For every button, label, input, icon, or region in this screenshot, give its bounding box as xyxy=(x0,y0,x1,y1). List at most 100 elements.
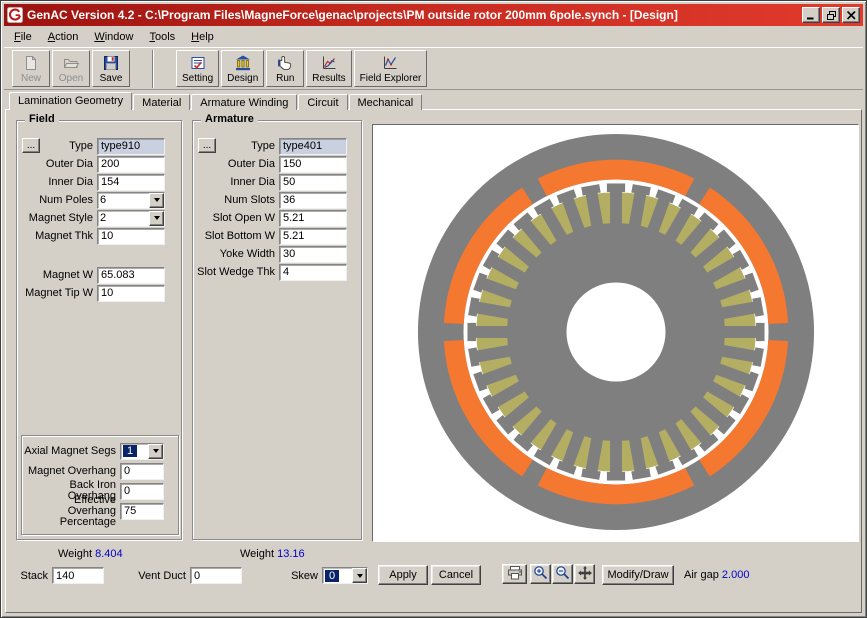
pan-button[interactable] xyxy=(574,564,595,584)
outer-dia-label: Outer Dia xyxy=(19,159,97,170)
chevron-down-icon[interactable] xyxy=(352,568,367,583)
stack-label: Stack xyxy=(10,567,48,585)
air-gap-label: Air gap xyxy=(684,569,719,581)
row-num-poles: Num Poles6 xyxy=(19,191,179,209)
design-canvas[interactable] xyxy=(372,124,859,542)
num-poles-combo-value: 6 xyxy=(98,193,149,208)
stack-input[interactable] xyxy=(52,567,104,584)
zoom-in-button[interactable] xyxy=(530,564,551,584)
magnet-overhang-input[interactable] xyxy=(120,463,164,480)
type-label: Type xyxy=(19,141,97,152)
save-icon xyxy=(102,55,120,72)
axial-magnet-segs-combo[interactable]: 1 xyxy=(120,443,164,460)
slot-bottom-w-label: Slot Bottom W xyxy=(195,231,279,242)
tab-mechanical[interactable]: Mechanical xyxy=(349,94,423,110)
menu-window[interactable]: Window xyxy=(86,29,141,45)
run-button[interactable]: Run xyxy=(266,50,304,87)
overhang-rows: Axial Magnet Segs1Magnet OverhangBack Ir… xyxy=(24,441,176,521)
yoke-width-input[interactable] xyxy=(279,246,347,263)
skew-label: Skew xyxy=(288,567,318,585)
magnet-w-input[interactable] xyxy=(97,267,165,284)
slot-bottom-w-input[interactable] xyxy=(279,228,347,245)
tab-circuit[interactable]: Circuit xyxy=(298,94,347,110)
menu-file[interactable]: File xyxy=(6,29,40,45)
vent-duct-input[interactable] xyxy=(190,567,242,584)
armature-weight-value: 13.16 xyxy=(277,548,305,560)
slot-open-w-input[interactable] xyxy=(279,210,347,227)
title-bar: GenAC Version 4.2 - C:\Program Files\Mag… xyxy=(4,4,863,26)
field-explorer-label: Field Explorer xyxy=(360,73,422,84)
restore-button[interactable] xyxy=(822,7,840,23)
magnet-thk-input[interactable] xyxy=(97,228,165,245)
chevron-down-icon[interactable] xyxy=(149,211,164,226)
effective-overhang-percentage-label: Effective Overhang Percentage xyxy=(24,495,120,528)
magnet-tip-w-label: Magnet Tip W xyxy=(19,288,97,299)
new-label: New xyxy=(21,73,41,84)
inner-dia-label: Inner Dia xyxy=(19,177,97,188)
field-group: Field ... Typetype910Outer DiaInner DiaN… xyxy=(16,120,182,540)
design-button[interactable]: Design xyxy=(221,50,264,87)
field-weight: Weight 8.404 xyxy=(58,548,123,560)
back-iron-overhang-input[interactable] xyxy=(120,483,164,500)
magnet-style-label: Magnet Style xyxy=(19,213,97,224)
type-value[interactable]: type401 xyxy=(279,138,347,155)
modify-draw-button[interactable]: Modify/Draw xyxy=(602,565,674,585)
skew-combo[interactable]: 0 xyxy=(322,567,368,584)
setting-button[interactable]: Setting xyxy=(176,50,219,87)
menu-help[interactable]: Help xyxy=(183,29,222,45)
row-type: Typetype910 xyxy=(19,137,179,155)
tab-material[interactable]: Material xyxy=(133,94,190,110)
close-button[interactable] xyxy=(842,7,860,23)
tab-lamination-geometry[interactable]: Lamination Geometry xyxy=(9,92,132,110)
toolbar: New Open Save SettingDesignRunResults Field … xyxy=(4,47,863,90)
results-button[interactable]: Results xyxy=(306,50,351,87)
menu-bar: FileActionWindowToolsHelp xyxy=(4,27,863,46)
row-type: Typetype401 xyxy=(195,137,359,155)
field-explorer-button[interactable]: Field Explorer xyxy=(354,50,428,87)
open-label: Open xyxy=(59,73,83,84)
row-effective-overhang-percentage: Effective Overhang Percentage xyxy=(24,501,176,521)
field-weight-label: Weight xyxy=(58,548,92,560)
magnet-style-combo[interactable]: 2 xyxy=(97,210,165,227)
type-value[interactable]: type910 xyxy=(97,138,165,155)
row-magnet-style: Magnet Style2 xyxy=(19,209,179,227)
slot-wedge-thk-input[interactable] xyxy=(279,264,347,281)
menu-action[interactable]: Action xyxy=(40,29,87,45)
inner-dia-input[interactable] xyxy=(97,174,165,191)
row-slot-bottom-w: Slot Bottom W xyxy=(195,227,359,245)
row-num-slots: Num Slots xyxy=(195,191,359,209)
menu-tools[interactable]: Tools xyxy=(141,29,183,45)
apply-button[interactable]: Apply xyxy=(378,565,428,585)
field-group-legend: Field xyxy=(25,113,59,125)
row-slot-wedge-thk: Slot Wedge Thk xyxy=(195,263,359,281)
new-button: New xyxy=(12,50,50,87)
axial-magnet-segs-label: Axial Magnet Segs xyxy=(24,446,120,457)
tab-armature-winding[interactable]: Armature Winding xyxy=(191,94,297,110)
magnet-tip-w-input[interactable] xyxy=(97,285,165,302)
row-outer-dia: Outer Dia xyxy=(195,155,359,173)
type-label: Type xyxy=(195,141,279,152)
app-logo-icon xyxy=(7,7,23,23)
magnet-w-label: Magnet W xyxy=(19,270,97,281)
window-controls xyxy=(800,7,860,23)
zoom-out-icon xyxy=(555,565,570,583)
skew-combo-value: 0 xyxy=(323,568,352,583)
outer-dia-input[interactable] xyxy=(279,156,347,173)
num-poles-combo[interactable]: 6 xyxy=(97,192,165,209)
zoom-in-icon xyxy=(533,565,548,583)
row-inner-dia: Inner Dia xyxy=(195,173,359,191)
save-button[interactable]: Save xyxy=(92,50,130,87)
chevron-down-icon[interactable] xyxy=(148,444,163,459)
axial-magnet-segs-combo-value: 1 xyxy=(121,444,148,459)
outer-dia-input[interactable] xyxy=(97,156,165,173)
cancel-button[interactable]: Cancel xyxy=(431,565,481,585)
zoom-out-button[interactable] xyxy=(552,564,573,584)
results-icon xyxy=(320,55,338,72)
chevron-down-icon[interactable] xyxy=(149,193,164,208)
print-button[interactable] xyxy=(502,564,527,584)
effective-overhang-percentage-input[interactable] xyxy=(120,503,164,520)
num-slots-input[interactable] xyxy=(279,192,347,209)
minimize-button[interactable] xyxy=(802,7,820,23)
run-icon xyxy=(276,55,294,72)
inner-dia-input[interactable] xyxy=(279,174,347,191)
